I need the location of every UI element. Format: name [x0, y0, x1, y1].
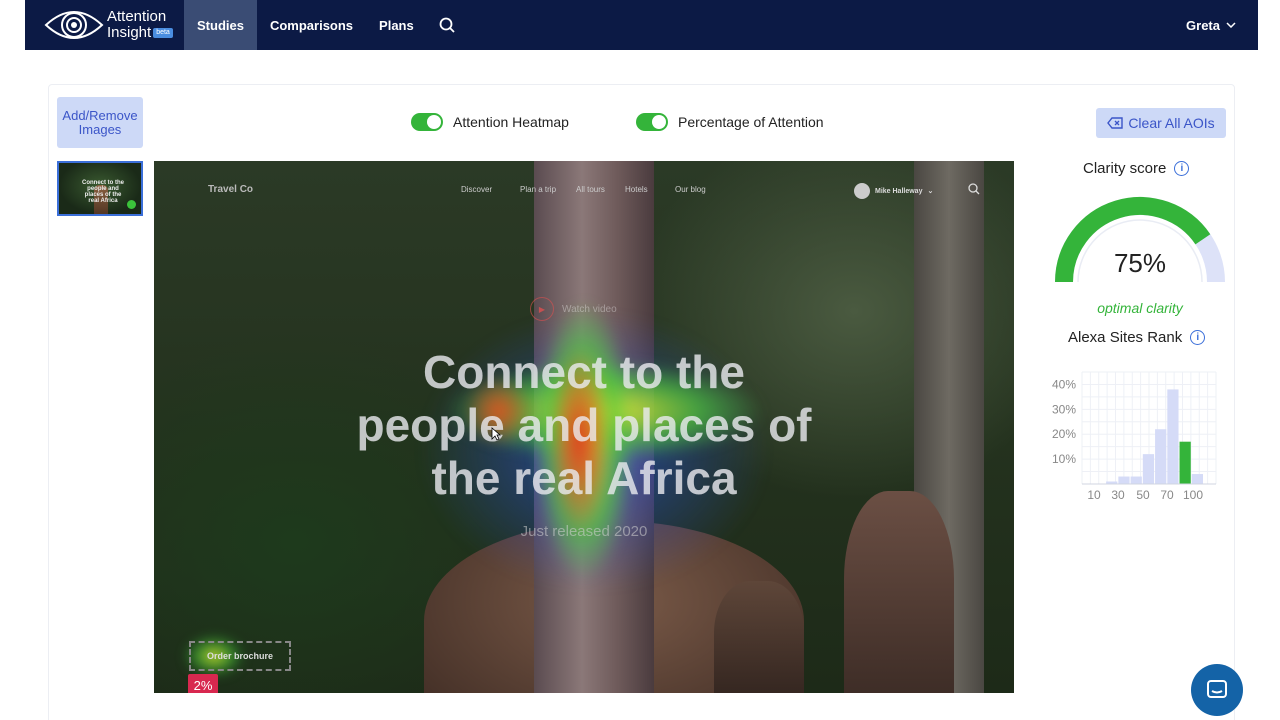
image-subheadline: Just released 2020: [520, 523, 648, 540]
watch-video-label: Watch video: [562, 303, 617, 315]
alexa-rank-heading: Alexa Sites Rank i: [1068, 329, 1206, 346]
histogram-bar: [1191, 474, 1203, 484]
histogram-bar: [1179, 441, 1191, 484]
headline-line: Connect to the: [423, 346, 745, 398]
chevron-down-icon: [1226, 22, 1236, 28]
thumbnail-caption: Connect to the people and places of the …: [82, 180, 124, 204]
percentage-of-attention-toggle[interactable]: Percentage of Attention: [636, 113, 824, 131]
aoi-label: Order brochure: [206, 651, 273, 661]
brand-name-line1: Attention: [107, 8, 167, 25]
headline-line: the real Africa: [431, 452, 737, 504]
toggle-switch[interactable]: [636, 113, 668, 131]
y-tick-label: 20%: [1052, 427, 1076, 441]
user-menu[interactable]: Greta: [1186, 18, 1236, 33]
histogram-bar: [1142, 454, 1155, 484]
histogram-bar: [1155, 429, 1167, 484]
user-name: Greta: [1186, 17, 1220, 33]
mouse-cursor-icon: [491, 427, 501, 441]
image-headline: Connect to the people and places of the …: [304, 346, 864, 505]
alexa-rank-title: Alexa Sites Rank: [1068, 329, 1183, 346]
play-icon: ▶: [530, 297, 554, 321]
image-thumbnail[interactable]: Connect to the people and places of the …: [57, 161, 143, 216]
info-icon[interactable]: i: [1174, 161, 1190, 176]
image-user: Mike Halleway ⌄: [854, 183, 933, 199]
image-nav-item: Our blog: [675, 185, 706, 194]
eye-logo-icon: [44, 11, 104, 39]
chat-icon: [1207, 680, 1227, 698]
avatar: [854, 183, 870, 199]
clear-all-aois-button[interactable]: Clear All AOIs: [1096, 108, 1226, 138]
aoi-percent-badge: 2%: [188, 674, 218, 693]
histogram-bar: [1167, 389, 1179, 484]
brand-logo[interactable]: Attention Insight beta: [25, 0, 184, 50]
alexa-rank-chart: 10% 20% 30% 40% 10 30 50 70 100: [1052, 371, 1217, 502]
aoi-box[interactable]: Order brochure: [189, 641, 291, 671]
clear-all-aois-label: Clear All AOIs: [1128, 115, 1215, 131]
histogram-bar: [1118, 476, 1130, 484]
chat-button[interactable]: [1191, 664, 1243, 716]
chevron-down-icon: ⌄: [927, 188, 934, 195]
y-tick-label: 40%: [1052, 377, 1076, 391]
x-tick-label: 100: [1183, 488, 1203, 502]
x-tick-label: 50: [1136, 488, 1150, 502]
search-icon[interactable]: [427, 0, 467, 50]
toggle-switch[interactable]: [411, 113, 443, 131]
x-tick-label: 70: [1160, 488, 1174, 502]
watch-video: ▶ Watch video: [530, 297, 617, 321]
clarity-score-title: Clarity score: [1083, 160, 1167, 177]
brand-name-line2: Insight: [107, 24, 152, 41]
x-tick-label: 30: [1111, 488, 1125, 502]
heatmap-image[interactable]: Travel Co Discover Plan a trip All tours…: [154, 161, 1014, 693]
image-nav-item: Plan a trip: [520, 185, 557, 194]
background-giraffe-small: [714, 581, 804, 693]
backspace-icon: [1107, 117, 1124, 129]
background-giraffe: [844, 491, 954, 693]
headline-line: people and places of: [356, 399, 812, 451]
info-icon[interactable]: i: [1190, 330, 1206, 345]
clarity-score-value: 75%: [1113, 248, 1167, 278]
top-nav: Attention Insight beta Studies Comparison…: [25, 0, 1258, 50]
thumbnail-status-dot: [127, 200, 136, 209]
clarity-score-heading: Clarity score i: [1083, 160, 1190, 177]
y-tick-label: 30%: [1052, 402, 1076, 416]
image-brand: Travel Co: [208, 184, 254, 195]
x-tick-label: 10: [1087, 488, 1101, 502]
y-tick-label: 10%: [1052, 452, 1076, 466]
nav-plans[interactable]: Plans: [366, 0, 427, 50]
beta-badge: beta: [153, 28, 173, 39]
nav-studies[interactable]: Studies: [184, 0, 257, 50]
image-nav-item: Hotels: [625, 185, 648, 194]
image-nav-item: Discover: [461, 185, 493, 194]
toggle-label: Percentage of Attention: [678, 114, 824, 130]
toggle-label: Attention Heatmap: [453, 114, 569, 130]
attention-heatmap-toggle[interactable]: Attention Heatmap: [411, 113, 569, 131]
clarity-note: optimal clarity: [1097, 300, 1183, 316]
search-icon: [968, 183, 980, 195]
image-user-name: Mike Halleway: [875, 187, 923, 195]
image-nav-item: All tours: [576, 185, 605, 194]
add-remove-images-button[interactable]: Add/Remove Images: [57, 97, 143, 148]
nav-comparisons[interactable]: Comparisons: [257, 0, 366, 50]
histogram-bar: [1130, 476, 1142, 484]
